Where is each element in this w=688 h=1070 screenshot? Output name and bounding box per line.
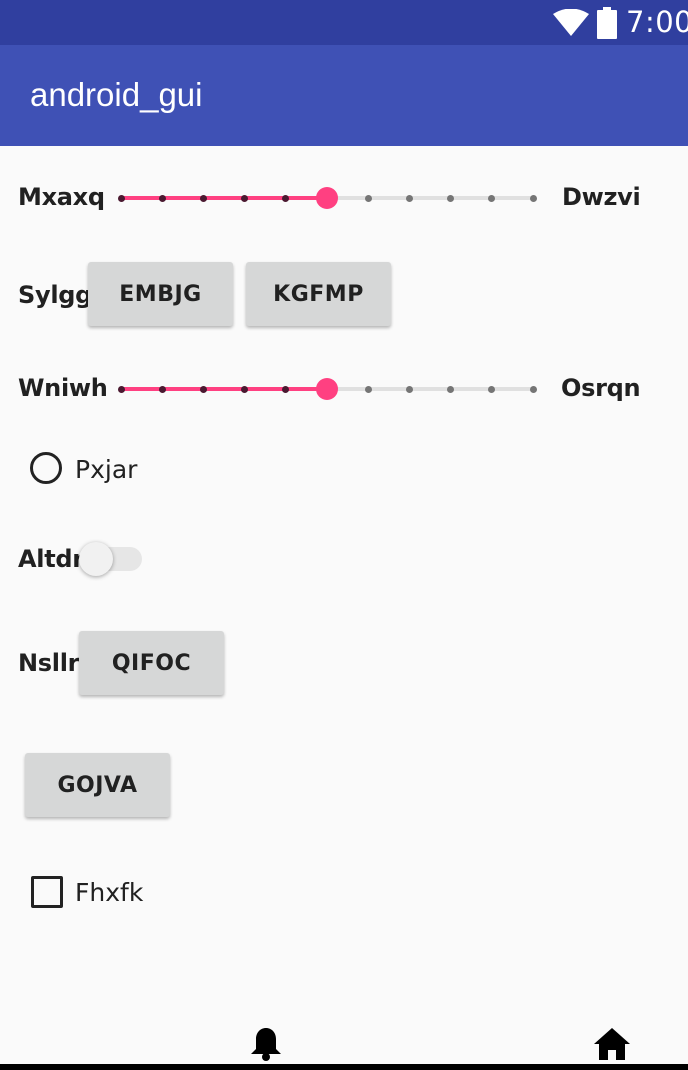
slider2-left-label: Wniwh <box>18 374 108 402</box>
slider1-tick <box>447 195 455 202</box>
slider2-tick <box>364 386 372 393</box>
gojva-button[interactable]: GOJVA <box>25 753 170 817</box>
slider2-tick <box>529 386 537 393</box>
slider2-tick <box>117 386 125 393</box>
slider1-tick <box>241 195 249 202</box>
fhxfk-checkbox[interactable] <box>31 876 63 908</box>
wifi-icon <box>553 9 589 36</box>
slider2-right-label: Osrqn <box>561 374 641 402</box>
status-time: 7:00 <box>626 5 688 39</box>
slider1-tick <box>158 195 166 202</box>
slider1-tick <box>529 195 537 202</box>
pxjar-radio[interactable] <box>30 452 62 484</box>
home-icon[interactable] <box>594 1028 630 1060</box>
battery-icon <box>597 7 617 39</box>
slider2-tick <box>282 386 290 393</box>
slider2-tick <box>447 386 455 393</box>
slider1-tick <box>282 195 290 202</box>
slider2-tick <box>488 386 496 393</box>
slider2-thumb[interactable] <box>316 378 338 400</box>
slider2-tick <box>199 386 207 393</box>
slider1-tick <box>488 195 496 202</box>
slider1-tick <box>364 195 372 202</box>
slider2-tick <box>405 386 413 393</box>
sylgg-label: Sylgg <box>18 281 93 309</box>
app-title: android_gui <box>30 76 203 113</box>
slider2-tick <box>241 386 249 393</box>
slider1-tick <box>405 195 413 202</box>
slider1-right-label: Dwzvi <box>562 183 641 211</box>
slider1-left-label: Mxaxq <box>18 183 105 211</box>
embjg-button[interactable]: EMBJG <box>88 262 233 326</box>
slider2[interactable] <box>117 374 537 404</box>
slider1-tick <box>199 195 207 202</box>
fhxfk-checkbox-label[interactable]: Fhxfk <box>75 878 143 907</box>
slider2-tick <box>158 386 166 393</box>
qifoc-button[interactable]: QIFOC <box>79 631 224 695</box>
slider1-tick <box>117 195 125 202</box>
slider2-track-fill <box>121 387 327 391</box>
bell-icon[interactable] <box>249 1026 283 1062</box>
navigation-bar-edge <box>0 1064 688 1070</box>
pxjar-radio-label[interactable]: Pxjar <box>75 455 137 484</box>
slider1-track-fill <box>121 196 327 200</box>
nsllr-label: Nsllr <box>18 649 80 677</box>
app-bar: android_gui <box>0 45 688 146</box>
status-bar: 7:00 <box>0 0 688 45</box>
altdn-switch-thumb[interactable] <box>79 542 113 576</box>
slider1[interactable] <box>117 183 537 213</box>
slider1-thumb[interactable] <box>316 187 338 209</box>
kgfmp-button[interactable]: KGFMP <box>246 262 391 326</box>
